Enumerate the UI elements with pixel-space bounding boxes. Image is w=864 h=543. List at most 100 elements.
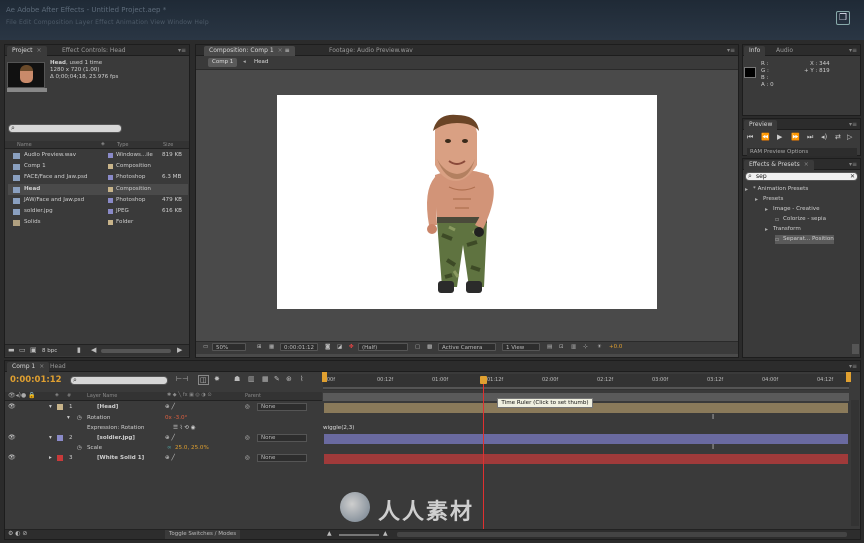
label-color-swatch[interactable]	[108, 220, 113, 226]
project-search-input[interactable]: ⌕	[8, 124, 122, 133]
ram-preview-options[interactable]: RAM Preview Options	[747, 148, 857, 156]
column-size[interactable]: Size	[163, 142, 173, 148]
timeline-scrollbar[interactable]	[397, 532, 847, 537]
layer-switch-icons[interactable]: ⊕ ╱	[165, 402, 175, 412]
timeline-icon[interactable]: ▥	[568, 343, 579, 351]
prev-frame-icon[interactable]: ⏪	[761, 133, 770, 141]
layer-name[interactable]: [White Solid 1]	[97, 453, 144, 463]
zoom-select[interactable]: 50%	[212, 343, 246, 351]
label-tag-icon[interactable]: ◈	[101, 141, 105, 147]
last-frame-icon[interactable]: ⏭	[807, 133, 813, 142]
parent-pickwhip-icon[interactable]: ◎	[245, 453, 250, 463]
ram-preview-icon[interactable]: ▷	[847, 133, 852, 141]
composition-canvas[interactable]	[277, 95, 657, 309]
zoom-slider[interactable]	[339, 534, 379, 536]
tab-effects-presets[interactable]: Effects & Presets ×	[744, 160, 814, 170]
hide-shy-icon[interactable]: ☗	[234, 375, 240, 383]
motion-blur-icon[interactable]: ▦	[262, 375, 269, 383]
expression-marker-icon[interactable]: I	[712, 413, 714, 421]
panel-menu-icon[interactable]: ▾≡	[727, 47, 735, 54]
column-type[interactable]: Type	[117, 142, 128, 148]
label-color-swatch[interactable]	[108, 153, 113, 158]
parent-pickwhip-icon[interactable]: ◎	[245, 433, 250, 443]
auto-keyframe-icon[interactable]: ⊛	[286, 375, 292, 383]
label-color-swatch[interactable]	[108, 175, 113, 181]
tab-timeline-comp1[interactable]: Comp 1 ×	[7, 362, 50, 372]
label-tag-icon[interactable]: ◈	[55, 392, 59, 398]
window-restore-button[interactable]: ❐	[836, 11, 850, 25]
tab-footage[interactable]: Footage: Audio Preview.wav	[324, 46, 418, 56]
tab-info[interactable]: Info	[744, 46, 766, 56]
scale-value[interactable]: 25.0, 25.0%	[175, 443, 209, 453]
play-icon[interactable]: ▶	[777, 133, 782, 141]
next-frame-icon[interactable]: ⏩	[791, 133, 800, 141]
project-scrollbar[interactable]	[101, 349, 171, 353]
effects-tree-item[interactable]: ▸ Presets	[755, 195, 783, 204]
visibility-eye-icon[interactable]: 👁	[8, 433, 16, 443]
layer-label-swatch[interactable]	[57, 435, 63, 441]
timeline-search-input[interactable]: ⌕	[70, 376, 168, 385]
layer-twirl-icon[interactable]: ▸	[49, 453, 52, 463]
always-preview-icon[interactable]: ▭	[200, 343, 211, 351]
timeline-layer-row[interactable]: 👁 ▾ 2 [soldier.jpg] ⊕ ╱ ◎ None	[5, 433, 321, 443]
label-color-swatch[interactable]	[108, 209, 113, 214]
timeline-timecode[interactable]: 0:00:01:12	[10, 375, 62, 385]
panel-menu-icon[interactable]: ▾≡	[178, 47, 186, 54]
panel-menu-icon[interactable]: ▾≡	[849, 161, 857, 168]
effects-tree-item[interactable]: ▸ * Animation Presets	[745, 185, 808, 194]
project-item-row[interactable]: soldier.jpg JPEG 616 KB	[8, 206, 188, 217]
layer-name[interactable]: [soldier.jpg]	[97, 433, 135, 443]
timeline-layer-row[interactable]: 👁 ▸ 3 [White Solid 1] ⊕ ╱ ◎ None	[5, 453, 321, 463]
viewer-timecode[interactable]: 0:00:01:12	[280, 343, 318, 351]
zoom-in-icon[interactable]: ▲	[383, 530, 388, 537]
view-layout-select[interactable]: 1 View	[502, 343, 540, 351]
scroll-left-icon[interactable]: ◀	[91, 346, 96, 354]
camera-select[interactable]: Active Camera	[438, 343, 496, 351]
label-color-swatch[interactable]	[108, 164, 113, 170]
layer-label-swatch[interactable]	[57, 455, 63, 461]
brainstorm-icon[interactable]: ✎	[274, 375, 280, 383]
timeline-layer-row[interactable]: 👁 ▾ 1 [Head] ⊕ ╱ ◎ None	[5, 402, 321, 412]
composition-scroll-handle[interactable]	[852, 344, 859, 354]
first-frame-icon[interactable]: ⏮	[747, 133, 753, 142]
clear-search-icon[interactable]: ✕	[850, 173, 855, 181]
layer-twirl-icon[interactable]: ▾	[49, 402, 52, 412]
expand-layer-switches-icon[interactable]: ⚙ ◐ ⊘	[8, 530, 27, 537]
region-icon[interactable]: ▢	[412, 343, 423, 351]
parent-select[interactable]: None	[257, 454, 307, 462]
rotation-value[interactable]: 0x -3.0°	[165, 413, 187, 423]
column-number[interactable]: #	[67, 393, 71, 399]
work-area-start-handle[interactable]	[322, 372, 327, 382]
loop-icon[interactable]: ⇄	[835, 133, 841, 141]
new-composition-icon[interactable]: ▣	[30, 346, 37, 354]
effects-search-input[interactable]: ⌕ sep ✕	[745, 172, 858, 181]
delete-icon[interactable]: ▮	[77, 346, 81, 354]
resolution-select[interactable]: (Half)	[358, 343, 408, 351]
frame-blending-icon[interactable]: ▥	[248, 375, 255, 383]
column-parent[interactable]: Parent	[245, 393, 261, 399]
new-folder-icon[interactable]: ▭	[19, 346, 26, 354]
project-item-row[interactable]: Comp 1 Composition	[8, 161, 188, 172]
stopwatch-icon[interactable]: ◷	[77, 443, 82, 453]
parent-select[interactable]: None	[257, 434, 307, 442]
tab-effect-controls[interactable]: Effect Controls: Head	[57, 46, 131, 56]
grid-icon[interactable]: ▦	[266, 343, 277, 351]
toggle-pixel-icon[interactable]: ▤	[544, 343, 555, 351]
toggle-switches-modes-button[interactable]: Toggle Switches / Modes	[165, 530, 241, 539]
project-item-row[interactable]: JAW/Face and Jaw.psd Photoshop 479 KB	[8, 195, 188, 206]
exposure-value[interactable]: +0.0	[606, 343, 625, 351]
snapshot-icon[interactable]: ◙	[322, 343, 333, 351]
exposure-icon[interactable]: ☀	[594, 343, 605, 351]
layer-switch-icons[interactable]: ⊕ ╱	[165, 453, 175, 463]
channel-icon[interactable]: ✤	[346, 343, 357, 351]
audio-icon[interactable]: ◂)	[821, 133, 827, 141]
effects-tree-item[interactable]: ▫ Separat... Position	[775, 235, 834, 244]
scale-marker-icon[interactable]: I	[712, 443, 714, 451]
parent-pickwhip-icon[interactable]: ◎	[245, 402, 250, 412]
tab-audio[interactable]: Audio	[771, 46, 798, 56]
live-update-icon[interactable]: ◫	[198, 375, 209, 385]
project-item-row[interactable]: Head Composition	[8, 183, 188, 195]
label-color-swatch[interactable]	[108, 197, 113, 203]
menu-bar[interactable]: File Edit Composition Layer Effect Anima…	[6, 19, 209, 26]
twirl-icon[interactable]: ▾	[67, 413, 70, 423]
